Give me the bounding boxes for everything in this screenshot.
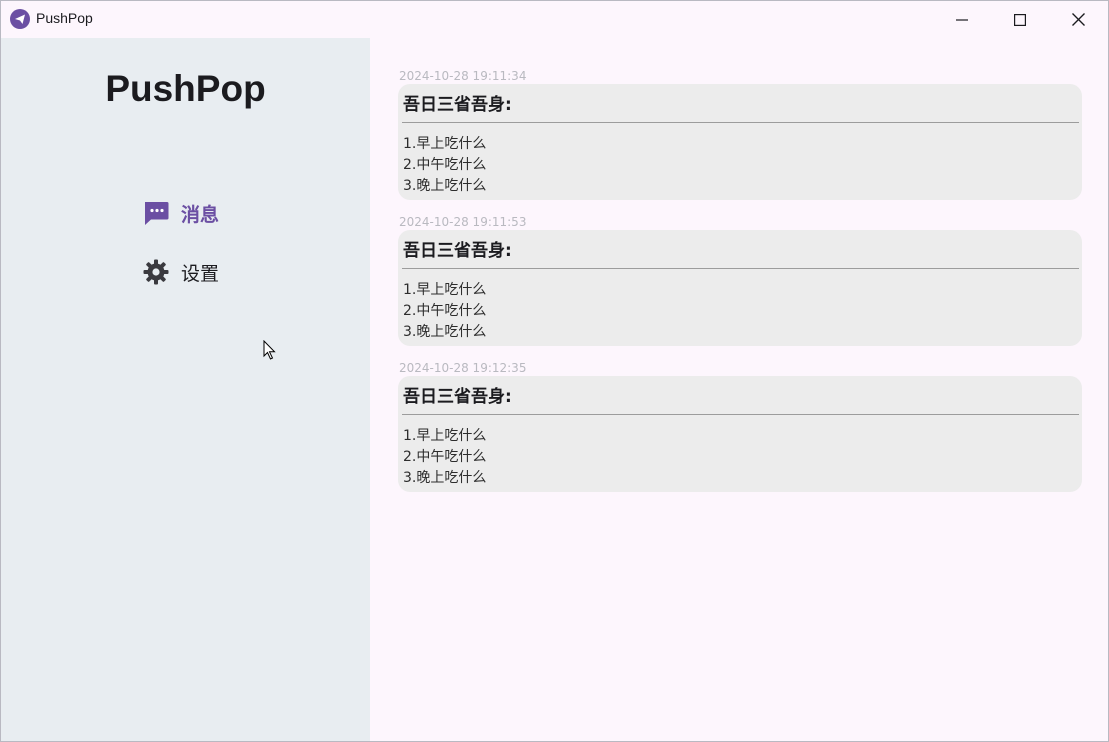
maximize-button[interactable] [991, 1, 1049, 38]
message-timestamp: 2024-10-28 19:11:34 [399, 69, 527, 83]
minimize-icon [956, 18, 968, 21]
message-line: 2.中午吃什么 [403, 449, 487, 465]
maximize-icon [1014, 13, 1026, 26]
message-timestamp: 2024-10-28 19:11:53 [399, 215, 527, 229]
mouse-cursor-icon [263, 339, 277, 364]
close-button[interactable] [1049, 1, 1107, 38]
sidebar-item-label: 设置 [181, 262, 220, 285]
message-card[interactable]: 吾日三省吾身: 1.早上吃什么 2.中午吃什么 3.晚上吃什么 [398, 376, 1082, 492]
sidebar-item-settings[interactable]: 设置 [141, 255, 219, 289]
gear-icon [141, 257, 171, 287]
message-divider [402, 122, 1079, 123]
message-card[interactable]: 吾日三省吾身: 1.早上吃什么 2.中午吃什么 3.晚上吃什么 [398, 84, 1082, 200]
app-window: PushPop PushPop 消息 设置 2024-10-28 19:11:3… [0, 0, 1109, 742]
message-line: 3.晚上吃什么 [403, 324, 487, 340]
message-item: 2024-10-28 19:12:35 吾日三省吾身: 1.早上吃什么 2.中午… [398, 360, 1082, 492]
chat-bubble-icon [141, 198, 171, 228]
minimize-button[interactable] [933, 1, 991, 38]
message-line: 1.早上吃什么 [403, 282, 487, 298]
message-card[interactable]: 吾日三省吾身: 1.早上吃什么 2.中午吃什么 3.晚上吃什么 [398, 230, 1082, 346]
title-bar[interactable]: PushPop [1, 1, 1108, 38]
sidebar: PushPop 消息 设置 [1, 38, 370, 741]
brand-title: PushPop [105, 68, 266, 109]
message-divider [402, 268, 1079, 269]
message-divider [402, 414, 1079, 415]
message-title: 吾日三省吾身: [403, 95, 512, 115]
message-line: 3.晚上吃什么 [403, 470, 487, 486]
message-title: 吾日三省吾身: [403, 387, 512, 407]
message-list[interactable]: 2024-10-28 19:11:34 吾日三省吾身: 1.早上吃什么 2.中午… [370, 38, 1108, 741]
message-item: 2024-10-28 19:11:34 吾日三省吾身: 1.早上吃什么 2.中午… [398, 68, 1082, 200]
message-timestamp: 2024-10-28 19:12:35 [399, 361, 527, 375]
sidebar-item-messages[interactable]: 消息 [141, 196, 219, 230]
message-title: 吾日三省吾身: [403, 241, 512, 261]
close-icon [1071, 13, 1085, 26]
message-line: 1.早上吃什么 [403, 136, 487, 152]
message-item: 2024-10-28 19:11:53 吾日三省吾身: 1.早上吃什么 2.中午… [398, 214, 1082, 346]
message-line: 3.晚上吃什么 [403, 178, 487, 194]
sidebar-item-label: 消息 [181, 203, 220, 226]
app-logo-icon [10, 9, 30, 29]
message-line: 2.中午吃什么 [403, 157, 487, 173]
window-title: PushPop [36, 10, 93, 26]
message-line: 1.早上吃什么 [403, 428, 487, 444]
message-line: 2.中午吃什么 [403, 303, 487, 319]
